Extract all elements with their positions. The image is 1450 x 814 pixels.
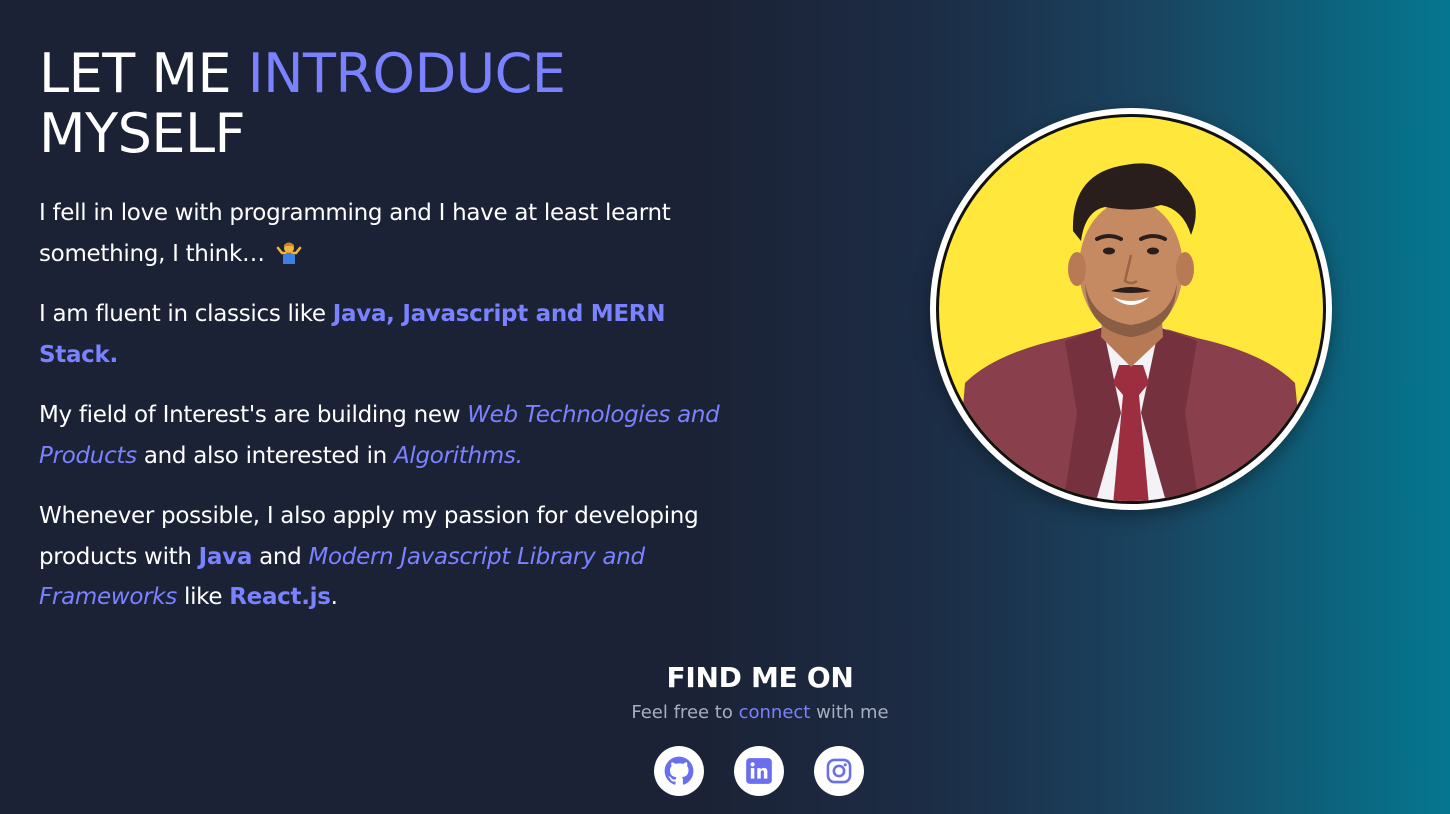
bio-text: and: [252, 543, 309, 570]
interest-highlight-algorithms: Algorithms.: [393, 442, 523, 469]
subtitle-text: with me: [810, 702, 889, 723]
github-icon: [664, 756, 694, 785]
avatar: [930, 108, 1332, 510]
find-me-subtitle: Feel free to connect with me: [560, 700, 960, 726]
bio-paragraph-1: I fell in love with programming and I ha…: [39, 193, 729, 274]
bio-section: I fell in love with programming and I ha…: [39, 193, 729, 638]
bio-text: I fell in love with programming and I ha…: [39, 200, 671, 267]
page-title: LET ME INTRODUCE MYSELF: [39, 44, 566, 164]
github-link[interactable]: [654, 746, 704, 796]
title-prefix: LET ME: [39, 42, 248, 105]
react-highlight: React.js: [229, 584, 331, 610]
find-me-title: FIND ME ON: [666, 661, 854, 694]
bio-text: .: [330, 584, 338, 610]
title-accent: INTRODUCE: [247, 42, 566, 105]
java-highlight: Java: [198, 543, 253, 570]
person-shrugging-emoji-icon: [276, 242, 301, 264]
find-me-section: FIND ME ON Feel free to connect with me: [560, 660, 960, 726]
bio-text: My field of Interest's are building new: [39, 402, 468, 428]
bio-text: and also interested in: [136, 442, 394, 469]
bio-text: I am fluent in classics like: [39, 301, 333, 327]
subtitle-text: Feel free to: [631, 702, 739, 723]
instagram-icon: [826, 758, 852, 784]
instagram-link[interactable]: [814, 746, 864, 796]
bio-paragraph-2: I am fluent in classics like Java, Javas…: [39, 294, 729, 375]
connect-highlight: connect: [738, 702, 811, 723]
linkedin-icon: [746, 758, 772, 784]
profile-photo: [936, 114, 1326, 504]
title-line2: MYSELF: [39, 102, 246, 165]
bio-paragraph-3: My field of Interest's are building new …: [39, 395, 729, 476]
linkedin-link[interactable]: [734, 746, 784, 796]
bio-paragraph-4: Whenever possible, I also apply my passi…: [39, 496, 729, 618]
bio-text: like: [176, 584, 230, 610]
